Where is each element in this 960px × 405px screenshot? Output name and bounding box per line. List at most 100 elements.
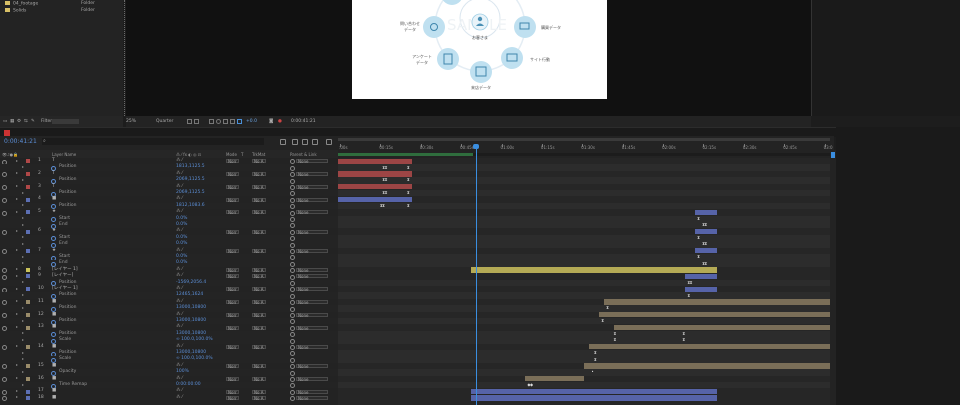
keyframe-nav-icon[interactable] xyxy=(22,319,24,322)
trkmat-select[interactable]: No A xyxy=(252,267,266,272)
keyframe[interactable]: ⧗ xyxy=(687,293,690,298)
layer-duration-bar[interactable] xyxy=(470,395,717,401)
channel-icon[interactable] xyxy=(216,119,221,124)
keyframe-nav-icon[interactable] xyxy=(22,351,24,354)
parent-header[interactable]: Parent & Link xyxy=(290,152,317,157)
mode-select[interactable]: Norr xyxy=(226,395,239,400)
layer-duration-bar[interactable] xyxy=(603,299,830,305)
keyframe[interactable]: ⧗ xyxy=(407,204,410,208)
parent-select[interactable]: None xyxy=(296,363,328,368)
trkmat-select[interactable]: No A xyxy=(252,389,266,394)
trkmat-select[interactable]: No A xyxy=(252,299,266,304)
mode-select[interactable]: Norr xyxy=(226,299,239,304)
twirl-icon[interactable] xyxy=(16,287,18,290)
current-time-indicator[interactable] xyxy=(475,144,477,405)
resolution-select[interactable]: Quarter xyxy=(156,118,173,125)
label-color[interactable] xyxy=(26,197,30,202)
trkmat-header[interactable]: TrkMat xyxy=(252,152,265,157)
settings-icon[interactable]: ⚙ xyxy=(17,118,21,125)
mode-select[interactable]: Norr xyxy=(226,274,239,279)
keyframe[interactable]: ⧗ xyxy=(601,319,604,323)
parent-select[interactable]: None xyxy=(296,171,328,176)
project-item[interactable]: Solids Folder xyxy=(2,8,95,14)
parent-select[interactable]: None xyxy=(296,184,328,189)
twirl-icon[interactable] xyxy=(16,326,18,329)
mode-select[interactable]: Norr xyxy=(226,229,239,234)
layer-duration-bar[interactable] xyxy=(524,376,584,382)
label-color[interactable] xyxy=(26,159,30,164)
parent-select[interactable]: None xyxy=(296,159,328,164)
label-color[interactable] xyxy=(26,344,30,349)
layer-duration-bar[interactable] xyxy=(470,388,717,395)
parent-select[interactable]: None xyxy=(296,267,328,272)
keyframe[interactable]: ⧗ xyxy=(697,255,700,259)
layer-duration-bar[interactable] xyxy=(470,267,717,273)
label-color[interactable] xyxy=(26,325,30,330)
keyframe-nav-icon[interactable] xyxy=(22,255,24,258)
keyframe[interactable]: ⧗⧗ xyxy=(702,223,707,227)
mode-select[interactable]: Norr xyxy=(226,159,239,164)
keyframe-nav-icon[interactable] xyxy=(22,166,24,169)
trkmat-select[interactable]: No A xyxy=(252,197,266,202)
layer-duration-bar[interactable] xyxy=(338,184,412,190)
trkmat-select[interactable]: No A xyxy=(252,229,266,234)
trkmat-select[interactable]: No A xyxy=(252,325,266,330)
3d-view-icon[interactable] xyxy=(237,119,242,124)
search-input[interactable]: ⌕ xyxy=(42,138,264,145)
draft-3d-icon[interactable] xyxy=(292,139,298,145)
layer-duration-bar[interactable] xyxy=(613,324,830,331)
viewer-timecode[interactable]: 0:00:41:21 xyxy=(291,118,316,125)
keyframe[interactable]: ⧗ xyxy=(614,338,617,342)
twirl-icon[interactable] xyxy=(16,172,18,175)
keyframe[interactable]: ⧗⧗ xyxy=(380,204,385,208)
label-color[interactable] xyxy=(26,376,30,381)
trkmat-select[interactable]: No A xyxy=(252,159,266,164)
keyframe-nav-icon[interactable] xyxy=(22,281,24,284)
trkmat-select[interactable]: No A xyxy=(252,376,266,381)
parent-select[interactable]: None xyxy=(296,299,328,304)
twirl-icon[interactable] xyxy=(16,313,18,316)
keyframe-nav-icon[interactable] xyxy=(22,217,24,220)
label-color[interactable] xyxy=(26,210,30,215)
keyframe[interactable]: ⧗ xyxy=(594,357,597,362)
flowchart-icon[interactable]: ⇆ xyxy=(24,118,28,125)
keyframe-nav-icon[interactable] xyxy=(22,332,24,335)
transparency-grid-icon[interactable] xyxy=(187,119,192,124)
parent-select[interactable]: None xyxy=(296,325,328,330)
keyframe[interactable]: • xyxy=(591,370,593,374)
exposure-value[interactable]: +0.0 xyxy=(246,118,257,125)
label-color[interactable] xyxy=(26,389,30,394)
keyframe-nav-icon[interactable] xyxy=(22,338,24,341)
keyframe[interactable]: ⧗⧗ xyxy=(382,191,387,195)
layer-name-header[interactable]: Layer Name xyxy=(52,152,76,157)
parent-select[interactable]: None xyxy=(296,248,328,253)
trkmat-select[interactable]: No A xyxy=(252,274,266,279)
composition-frame[interactable]: SAMPLE お客さま 問い合わせ データ 購買データ アンケート データ サイ… xyxy=(352,0,607,99)
parent-select[interactable]: None xyxy=(296,312,328,317)
mode-select[interactable]: Norr xyxy=(226,389,239,394)
project-item[interactable]: 04_footage Folder xyxy=(2,1,95,7)
keyframe[interactable]: ⧗ xyxy=(594,351,597,355)
keyframe-nav-icon[interactable] xyxy=(22,358,24,361)
layer-row[interactable]: 18 ■ ⁂ ⁄ Norr No A None xyxy=(0,395,338,402)
trkmat-select[interactable]: No A xyxy=(252,184,266,189)
label-color[interactable] xyxy=(26,363,30,368)
keyframe[interactable]: ⧗⧗ xyxy=(702,261,707,266)
label-color[interactable] xyxy=(26,248,30,253)
keyframe-nav-icon[interactable] xyxy=(22,242,24,245)
layer-duration-bar[interactable] xyxy=(338,171,412,177)
layer-duration-bar[interactable] xyxy=(598,312,830,318)
mode-select[interactable]: Norr xyxy=(226,171,239,176)
keyframe[interactable]: ⧗⧗ xyxy=(382,165,387,170)
keyframe[interactable]: ⧗ xyxy=(682,332,685,336)
twirl-icon[interactable] xyxy=(16,300,18,303)
filter-slider[interactable] xyxy=(52,119,79,124)
twirl-icon[interactable] xyxy=(16,210,18,213)
current-time[interactable]: 0:00:41:21 xyxy=(4,138,37,145)
label-color[interactable] xyxy=(26,395,30,400)
label-color[interactable] xyxy=(26,267,30,272)
layer-duration-bar[interactable] xyxy=(684,286,717,292)
trkmat-select[interactable]: No A xyxy=(252,171,266,176)
frame-blending-icon[interactable] xyxy=(312,139,318,145)
trkmat-select[interactable]: No A xyxy=(252,210,266,215)
